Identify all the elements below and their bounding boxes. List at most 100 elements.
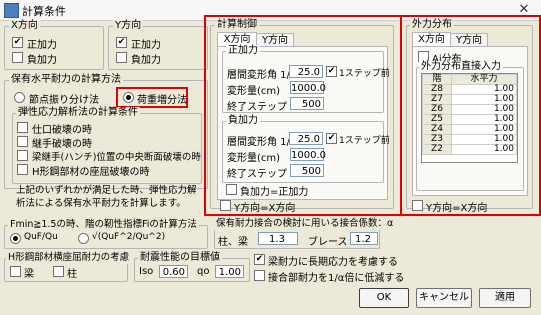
table-row[interactable]: Z8 1.00 — [422, 84, 517, 95]
pos-first-step-checkbox[interactable]: ✔ — [326, 66, 337, 77]
joint-factor-title: 保有耐力接合の検討に用いる接合係数：α — [214, 218, 396, 230]
positive-load-title: 正加力 — [226, 45, 260, 57]
splice-failure-checkbox[interactable] — [17, 136, 28, 147]
table-row[interactable]: Z4 1.00 — [422, 124, 517, 135]
nodal-distribution-label: 節点振り分け法 — [29, 95, 99, 106]
floor-header: 階 — [422, 74, 452, 85]
floor-cell: Z2 — [422, 144, 452, 155]
floor-cell: Z8 — [422, 84, 452, 95]
calc-tab-x[interactable]: X方向 — [217, 32, 257, 46]
joint-reduction-label: 接合部耐力を1/α倍に低減する — [268, 273, 405, 284]
table-row[interactable]: Z2 1.00 — [422, 144, 517, 155]
neg-displacement-input[interactable]: 1000.0 — [290, 148, 326, 161]
floor-cell: Z7 — [422, 94, 452, 105]
ext-tab-x[interactable]: X方向 — [412, 32, 451, 46]
negative-load-title: 負加力 — [226, 115, 260, 127]
column-beam-label: 柱、梁 — [218, 237, 248, 248]
iso-input[interactable]: 0.60 — [159, 265, 188, 278]
force-cell[interactable]: 1.00 — [451, 124, 517, 135]
nodal-distribution-radio[interactable] — [14, 92, 25, 103]
elastic-limit-note: 上記のいずれかが満足した時、弾性応力解析法による保有水平耐力を計算します。 — [16, 185, 197, 209]
buckling-failure-label: H形鋼部材の座屈破壊の時 — [32, 167, 150, 178]
pos-drift-input[interactable]: 25.0 — [289, 65, 323, 78]
pos-drift-label: 層間変形角 1/ — [227, 70, 290, 81]
force-header: 水平力 — [451, 74, 517, 85]
haunch-failure-label: 梁継手(ハンチ)位置の中央断面破壊の時 — [32, 152, 201, 163]
neg-displacement-label: 変形量(cm) — [227, 153, 281, 164]
table-row[interactable]: Z7 1.00 — [422, 94, 517, 105]
x-negative-checkbox[interactable] — [12, 52, 23, 63]
neg-equals-pos-checkbox[interactable] — [226, 184, 237, 195]
y-positive-checkbox[interactable]: ✔ — [116, 37, 127, 48]
ok-button[interactable]: OK — [359, 288, 409, 308]
window-title: 計算条件 — [22, 5, 66, 18]
app-icon — [4, 3, 19, 18]
qo-label: qo — [197, 266, 210, 277]
iso-label: Iso — [139, 266, 154, 277]
ext-y-equals-x-label: Y方向=X方向 — [426, 203, 488, 214]
force-table: 階 水平力 Z8 1.00 Z7 1.00 Z6 1.00 Z5 1.00 Z4 1.00… — [422, 74, 517, 155]
lateral-column-checkbox[interactable] — [53, 266, 64, 277]
force-cell[interactable]: 1.00 — [451, 84, 517, 95]
pos-end-step-input[interactable]: 500 — [290, 97, 324, 110]
force-cell[interactable]: 1.00 — [451, 114, 517, 125]
calc-control-title: 計算制御 — [215, 19, 259, 31]
fmin-option1-radio[interactable] — [10, 233, 21, 244]
table-row[interactable]: Z5 1.00 — [422, 114, 517, 125]
floor-cell: Z3 — [422, 134, 452, 145]
fmin-option2-label: √(QuF^2/Qu^2) — [92, 232, 166, 242]
y-negative-checkbox[interactable] — [116, 52, 127, 63]
x-positive-checkbox[interactable]: ✔ — [12, 37, 23, 48]
load-increment-radio[interactable] — [123, 92, 134, 103]
ext-y-equals-x-checkbox[interactable] — [412, 200, 423, 211]
joint-reduction-checkbox[interactable] — [254, 270, 265, 281]
load-increment-label: 荷重増分法 — [137, 95, 187, 106]
y-direction-title: Y方向 — [113, 20, 144, 32]
neg-first-step-checkbox[interactable]: ✔ — [326, 133, 337, 144]
brace-label: ブレース — [308, 237, 348, 248]
joint-failure-label: 仕口破壊の時 — [32, 125, 92, 136]
force-cell[interactable]: 1.00 — [451, 104, 517, 115]
neg-first-step-label: 1ステップ前 — [339, 136, 390, 146]
x-positive-label: 正加力 — [27, 40, 57, 51]
column-beam-input[interactable]: 1.3 — [258, 232, 298, 245]
joint-failure-checkbox[interactable] — [17, 122, 28, 133]
h-lateral-title: H形鋼部材横座屈耐力の考慮 — [6, 252, 132, 264]
pos-displacement-input[interactable]: 1000.0 — [290, 81, 326, 94]
neg-end-step-input[interactable]: 500 — [290, 164, 324, 177]
lateral-beam-label: 梁 — [24, 269, 34, 280]
floor-cell: Z6 — [422, 104, 452, 115]
fmin-option1-label: QuF/Qu — [24, 232, 58, 242]
force-cell[interactable]: 1.00 — [451, 144, 517, 155]
apply-button[interactable]: 適用 — [479, 288, 531, 308]
splice-failure-label: 継手破壊の時 — [32, 139, 92, 150]
table-row[interactable]: Z6 1.00 — [422, 104, 517, 115]
brace-input[interactable]: 1.2 — [350, 232, 378, 245]
cancel-button[interactable]: キャンセル — [416, 288, 472, 308]
pos-displacement-label: 変形量(cm) — [227, 86, 281, 97]
neg-drift-input[interactable]: 25.0 — [289, 132, 323, 145]
haunch-failure-checkbox[interactable] — [17, 150, 28, 161]
neg-equals-pos-label: 負加力=正加力 — [240, 187, 309, 198]
x-negative-label: 負加力 — [27, 55, 57, 66]
calc-y-equals-x-checkbox[interactable] — [220, 200, 231, 211]
fmin-option2-radio[interactable] — [78, 233, 89, 244]
force-cell[interactable]: 1.00 — [451, 134, 517, 145]
force-table-header: 階 水平力 — [422, 74, 517, 85]
x-direction-title: X方向 — [9, 20, 40, 32]
lateral-beam-checkbox[interactable] — [10, 266, 21, 277]
neg-end-step-label: 終了ステップ — [227, 169, 287, 180]
capacity-method-title: 保有水平耐力の計算方法 — [9, 74, 123, 86]
calc-y-equals-x-label: Y方向=X方向 — [234, 203, 296, 214]
ext-force-title: 外力分布 — [410, 19, 454, 31]
qo-input[interactable]: 1.00 — [215, 265, 244, 278]
elastic-limit-title: 弾性応力解析法の計算条件 — [16, 107, 140, 119]
long-term-checkbox[interactable]: ✔ — [254, 254, 265, 265]
table-row[interactable]: Z3 1.00 — [422, 134, 517, 145]
buckling-failure-checkbox[interactable] — [17, 164, 28, 175]
floor-cell: Z4 — [422, 124, 452, 135]
ext-tab-y[interactable]: Y方向 — [450, 33, 488, 46]
calc-tab-y[interactable]: Y方向 — [256, 33, 294, 46]
long-term-label: 梁耐力に長期応力を考慮する — [268, 257, 398, 268]
force-cell[interactable]: 1.00 — [451, 94, 517, 105]
